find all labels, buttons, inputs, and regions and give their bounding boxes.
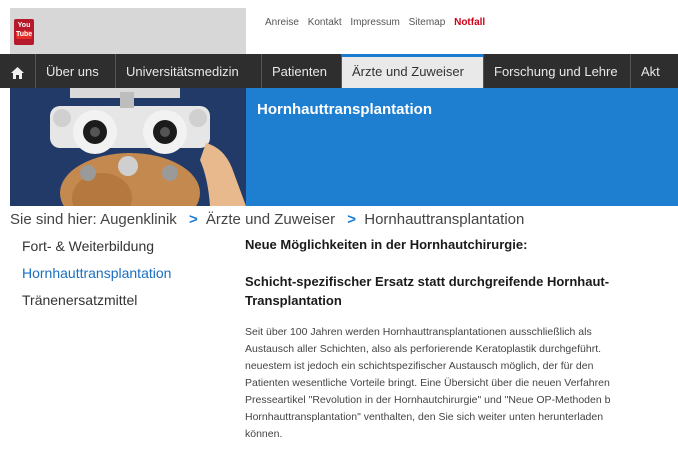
sidebar-item-traenenersatzmittel[interactable]: Tränenersatzmittel — [22, 290, 171, 317]
paragraph-line: Hornhauttransplantation" venthalten, den… — [245, 411, 604, 423]
logo-area — [10, 8, 246, 54]
youtube-logo-top: You — [17, 22, 31, 29]
link-anreise[interactable]: Anreise — [265, 17, 299, 28]
breadcrumb-item-augenklinik[interactable]: Augenklinik — [100, 211, 177, 228]
breadcrumb-separator-icon: > — [347, 211, 357, 228]
paragraph-line: Seit über 100 Jahren werden Hornhauttran… — [245, 326, 592, 338]
home-icon — [11, 66, 24, 79]
breadcrumb-item-current: Hornhauttransplantation — [364, 211, 525, 228]
paragraph-line: Patienten wesentliche Vorteile bringt. E… — [245, 377, 610, 389]
nav-universitaetsmedizin[interactable]: Universitätsmedizin — [115, 54, 261, 88]
article: Neue Möglichkeiten in der Hornhautchirur… — [245, 236, 678, 443]
hero-image — [10, 88, 246, 206]
breadcrumb-prefix: Sie sind hier: — [10, 211, 97, 228]
link-sitemap[interactable]: Sitemap — [409, 17, 446, 28]
link-kontakt[interactable]: Kontakt — [308, 17, 342, 28]
sidebar-item-hornhauttransplantation[interactable]: Hornhauttransplantation — [22, 263, 171, 290]
paragraph-line: können. — [245, 428, 283, 440]
paragraph-line: Austausch aller Schichten, also als perf… — [245, 343, 602, 355]
phoropter-photo — [10, 88, 246, 206]
youtube-icon[interactable]: You Tube — [14, 19, 34, 45]
paragraph-line: neuestem ist jedoch ein schichtspezifisc… — [245, 360, 594, 372]
nav-patienten[interactable]: Patienten — [261, 54, 341, 88]
page-title: Hornhauttransplantation — [257, 101, 432, 118]
nav-forschung-lehre[interactable]: Forschung und Lehre — [483, 54, 630, 88]
link-impressum[interactable]: Impressum — [350, 17, 399, 28]
breadcrumb-item-aerzte[interactable]: Ärzte und Zuweiser — [206, 211, 335, 228]
article-heading: Neue Möglichkeiten in der Hornhautchirur… — [245, 237, 528, 252]
sidebar-item-fortbildung[interactable]: Fort- & Weiterbildung — [22, 236, 171, 263]
sidebar: Fort- & Weiterbildung Hornhauttransplant… — [22, 236, 171, 317]
link-notfall[interactable]: Notfall — [454, 17, 485, 28]
nav-ueber-uns[interactable]: Über uns — [35, 54, 115, 88]
top-bar: You Tube Anreise Kontakt Impressum Sitem… — [0, 0, 678, 54]
nav-home[interactable] — [0, 54, 35, 88]
main-nav: Über uns Universitätsmedizin Patienten Ä… — [0, 54, 678, 88]
article-paragraph: Seit über 100 Jahren werden Hornhauttran… — [245, 324, 678, 443]
article-subheading: Schicht-spezifischer Ersatz statt durchg… — [245, 274, 610, 308]
nav-aktuelles[interactable]: Akt — [630, 54, 678, 88]
nav-aerzte-zuweiser[interactable]: Ärzte und Zuweiser — [341, 54, 483, 88]
youtube-logo-bottom: Tube — [16, 31, 33, 39]
paragraph-line: Presseartikel "Revolution in der Hornhau… — [245, 394, 611, 406]
breadcrumb: Sie sind hier: Augenklinik > Ärzte und Z… — [10, 211, 524, 228]
utility-links: Anreise Kontakt Impressum Sitemap Notfal… — [265, 17, 491, 28]
breadcrumb-separator-icon: > — [188, 211, 198, 228]
